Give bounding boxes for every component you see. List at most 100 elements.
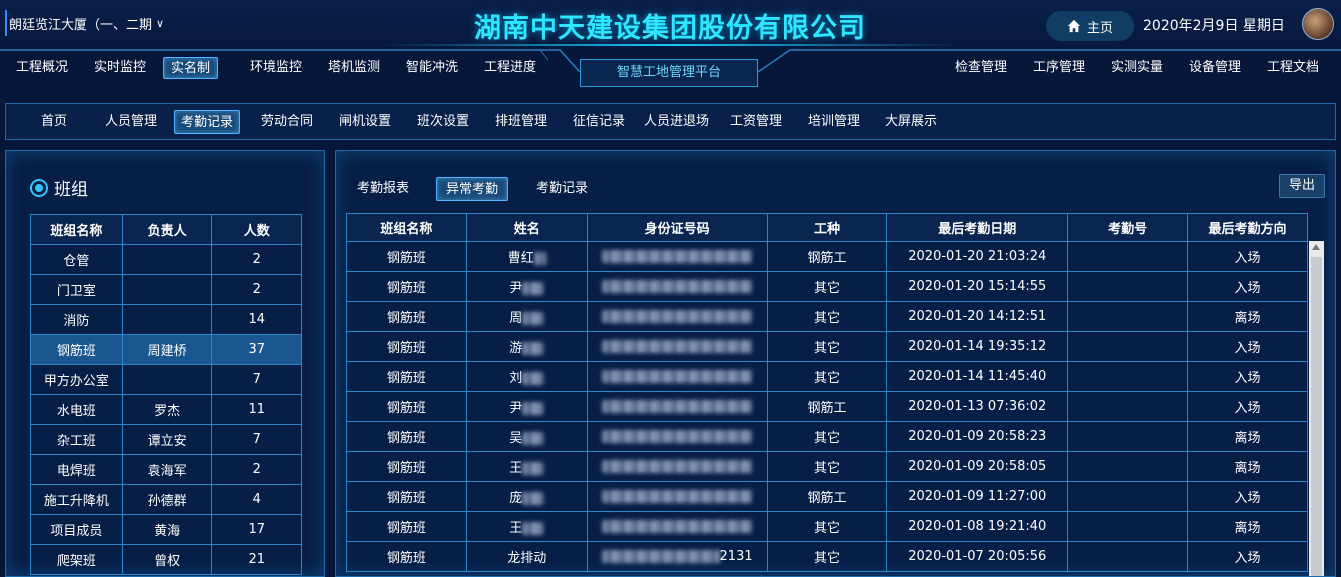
scroll-up-icon[interactable] xyxy=(1312,244,1320,250)
attendance-table-header: 班组名称 姓名 身份证号码 工种 最后考勤日期 考勤号 最后考勤方向 xyxy=(346,213,1308,242)
tab-gate-settings[interactable]: 闸机设置 xyxy=(333,110,397,134)
nav-item-real-name[interactable]: 实名制 xyxy=(163,57,219,79)
nav-item-progress[interactable]: 工程进度 xyxy=(477,57,543,79)
table-row[interactable]: 水电班 罗杰 11 xyxy=(30,394,302,425)
company-title: 湖南中天建设集团股份有限公司 xyxy=(474,13,866,44)
table-cell xyxy=(121,244,213,275)
table-cell xyxy=(586,361,768,392)
table-cell: 其它 xyxy=(766,271,888,302)
table-cell xyxy=(586,421,768,452)
table-cell: 罗杰 xyxy=(121,394,213,425)
table-row[interactable]: 钢筋班 周 其它 2020-01-20 14:12:51 离场 xyxy=(346,301,1308,332)
table-cell: 尹 xyxy=(465,391,588,422)
project-selector[interactable]: 朗廷览江大厦（一、二期 ∨ xyxy=(5,10,185,36)
worker-name: 龙排动 xyxy=(507,551,547,566)
table-cell: 入场 xyxy=(1187,271,1308,302)
table-cell: 2 xyxy=(211,244,302,275)
scroll-thumb[interactable] xyxy=(1311,257,1322,576)
redacted-mask xyxy=(522,522,545,535)
column-header: 考勤号 xyxy=(1067,213,1189,242)
table-row[interactable]: 钢筋班 庞 钢筋工 2020-01-09 11:27:00 入场 xyxy=(346,481,1308,512)
tab-contracts[interactable]: 劳动合同 xyxy=(255,110,319,134)
table-cell xyxy=(586,271,768,302)
tab-training[interactable]: 培训管理 xyxy=(802,110,866,134)
export-button[interactable]: 导出 xyxy=(1279,174,1325,198)
tab-attendance-report[interactable]: 考勤报表 xyxy=(348,177,418,201)
nav-item-measurement[interactable]: 实测实量 xyxy=(1104,57,1170,79)
table-row[interactable]: 钢筋班 周建桥 37 xyxy=(30,334,302,365)
table-row[interactable]: 钢筋班 刘 其它 2020-01-14 11:45:40 入场 xyxy=(346,361,1308,392)
table-row[interactable]: 钢筋班 王 其它 2020-01-08 19:21:40 离场 xyxy=(346,511,1308,542)
home-label: 主页 xyxy=(1086,20,1113,36)
redacted-mask xyxy=(522,372,545,385)
table-cell: 钢筋班 xyxy=(346,421,467,452)
tab-scheduling[interactable]: 排班管理 xyxy=(489,110,553,134)
tab-home[interactable]: 首页 xyxy=(35,110,73,134)
table-cell: 吴 xyxy=(465,421,588,452)
table-row[interactable]: 仓管 2 xyxy=(30,244,302,275)
tab-abnormal-attendance[interactable]: 异常考勤 xyxy=(436,177,509,201)
table-row[interactable]: 钢筋班 王 其它 2020-01-09 20:58:05 离场 xyxy=(346,451,1308,482)
id-number-suffix: 2131 xyxy=(719,549,753,564)
table-cell: 2020-01-14 19:35:12 xyxy=(886,331,1069,362)
table-cell: 周 xyxy=(465,301,588,332)
table-cell: 钢筋班 xyxy=(346,361,467,392)
chevron-down-icon: ∨ xyxy=(156,16,165,30)
table-cell xyxy=(1067,331,1189,362)
table-row[interactable]: 门卫室 2 xyxy=(30,274,302,305)
tab-shift-settings[interactable]: 班次设置 xyxy=(411,110,475,134)
worker-name: 尹 xyxy=(509,281,523,296)
nav-item-realtime-monitor[interactable]: 实时监控 xyxy=(87,57,153,79)
table-cell: 2020-01-09 20:58:23 xyxy=(886,421,1069,452)
table-scrollbar[interactable] xyxy=(1309,241,1324,576)
nav-item-crane[interactable]: 塔机监测 xyxy=(321,57,387,79)
table-cell: 入场 xyxy=(1187,361,1308,392)
tab-attendance[interactable]: 考勤记录 xyxy=(174,110,241,134)
nav-item-project-overview[interactable]: 工程概况 xyxy=(9,57,75,79)
tab-attendance-records[interactable]: 考勤记录 xyxy=(527,177,597,201)
table-row[interactable]: 杂工班 谭立安 7 xyxy=(30,424,302,455)
table-row[interactable]: 甲方办公室 7 xyxy=(30,364,302,395)
table-cell: 钢筋班 xyxy=(346,331,467,362)
user-avatar[interactable] xyxy=(1302,8,1334,40)
table-row[interactable]: 项目成员 黄海 17 xyxy=(30,514,302,545)
table-row[interactable]: 爬架班 曾权 21 xyxy=(30,544,302,575)
redacted-mask xyxy=(602,490,753,503)
redacted-mask xyxy=(601,550,720,563)
table-cell xyxy=(1067,481,1189,512)
table-row[interactable]: 电焊班 袁海军 2 xyxy=(30,454,302,485)
table-cell: 王 xyxy=(465,451,588,482)
table-row[interactable]: 钢筋班 吴 其它 2020-01-09 20:58:23 离场 xyxy=(346,421,1308,452)
table-row[interactable]: 消防 14 xyxy=(30,304,302,335)
redacted-mask xyxy=(602,370,753,383)
table-row[interactable]: 钢筋班 尹 其它 2020-01-20 15:14:55 入场 xyxy=(346,271,1308,302)
home-button[interactable]: 主页 xyxy=(1046,11,1134,41)
nav-item-equipment[interactable]: 设备管理 xyxy=(1182,57,1248,79)
table-cell: 项目成员 xyxy=(30,514,123,545)
table-cell: 王 xyxy=(465,511,588,542)
nav-item-inspection[interactable]: 检查管理 xyxy=(948,57,1014,79)
table-row[interactable]: 钢筋班 游 其它 2020-01-14 19:35:12 入场 xyxy=(346,331,1308,362)
tab-personnel[interactable]: 人员管理 xyxy=(99,110,163,134)
table-row[interactable]: 钢筋班 曹红 钢筋工 2020-01-20 21:03:24 入场 xyxy=(346,241,1308,272)
platform-title: 智慧工地管理平台 xyxy=(580,59,758,87)
nav-item-documents[interactable]: 工程文档 xyxy=(1260,57,1326,79)
table-cell: 钢筋工 xyxy=(766,481,888,512)
table-cell: 钢筋班 xyxy=(346,271,467,302)
table-row[interactable]: 钢筋班 龙排动 2131 其它 2020-01-07 20:05:56 入场 xyxy=(346,541,1308,572)
table-row[interactable]: 施工升降机 孙德群 4 xyxy=(30,484,302,515)
team-panel-title: 班组 xyxy=(30,175,88,200)
tab-wages[interactable]: 工资管理 xyxy=(724,110,788,134)
redacted-mask xyxy=(533,252,546,265)
nav-item-environment[interactable]: 环境监控 xyxy=(243,57,309,79)
nav-item-washing[interactable]: 智能冲洗 xyxy=(399,57,465,79)
table-cell: 17 xyxy=(211,514,302,545)
tab-big-screen[interactable]: 大屏展示 xyxy=(879,110,943,134)
tab-credit[interactable]: 征信记录 xyxy=(567,110,631,134)
tab-entry-exit[interactable]: 人员进退场 xyxy=(638,110,715,134)
table-row[interactable]: 钢筋班 尹 钢筋工 2020-01-13 07:36:02 入场 xyxy=(346,391,1308,422)
table-cell: 其它 xyxy=(766,541,888,572)
table-cell xyxy=(1067,511,1189,542)
nav-item-process[interactable]: 工序管理 xyxy=(1026,57,1092,79)
table-cell: 入场 xyxy=(1187,391,1308,422)
